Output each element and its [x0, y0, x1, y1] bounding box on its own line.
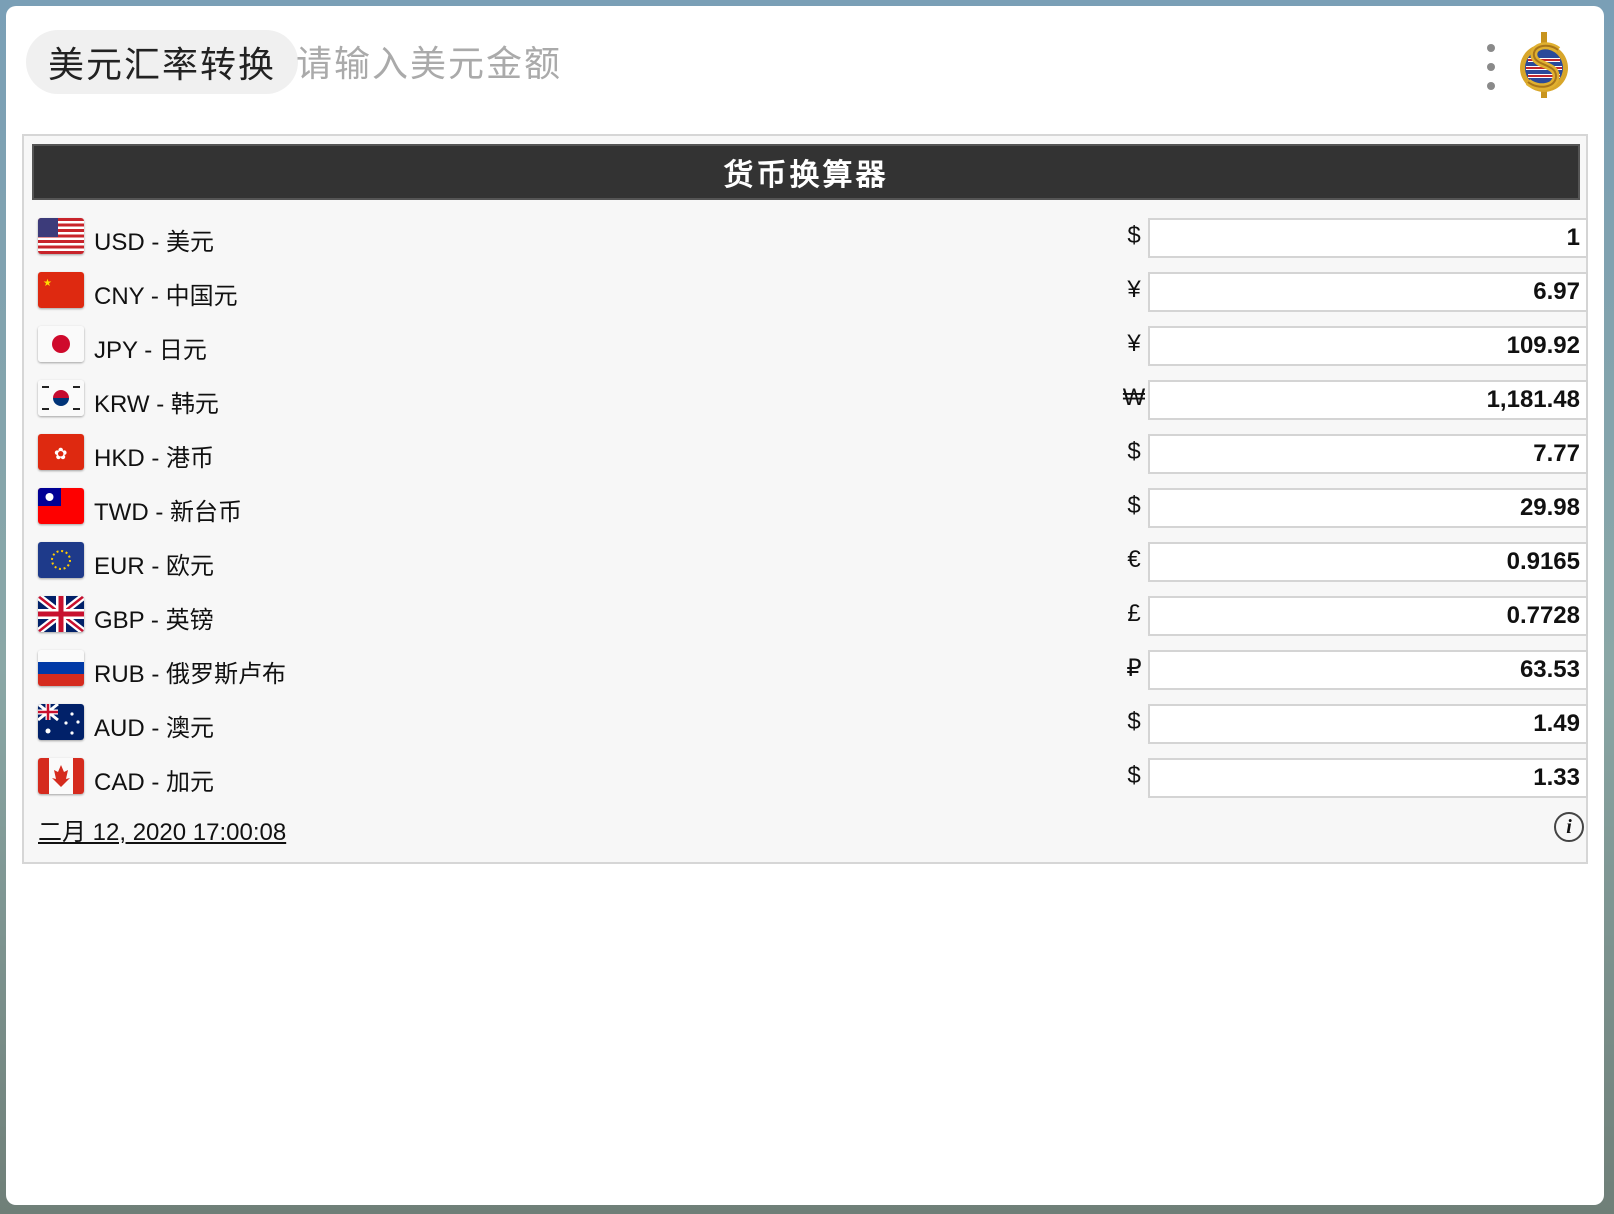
- currency-label: HKD - 港币: [94, 445, 214, 472]
- currency-value-input[interactable]: [1148, 596, 1588, 636]
- currency-label: RUB - 俄罗斯卢布: [94, 661, 286, 688]
- currency-row-cad: CAD - 加元 $: [24, 752, 1588, 806]
- svg-text:✿: ✿: [54, 446, 67, 463]
- currency-row-twd: TWD - 新台币 $: [24, 482, 1588, 536]
- currency-value-input[interactable]: [1148, 380, 1588, 420]
- currency-value-input[interactable]: [1148, 758, 1588, 798]
- ca-flag-icon: [38, 758, 84, 794]
- currency-label: GBP - 英镑: [94, 607, 214, 634]
- rate-timestamp-link[interactable]: 二月 12, 2020 17:00:08: [38, 812, 286, 847]
- ru-flag-icon: [38, 650, 84, 686]
- gb-flag-icon: [38, 596, 84, 632]
- eu-flag-icon: [38, 542, 84, 578]
- us-flag-icon: [38, 218, 84, 254]
- currency-list: USD - 美元 $ ★ CNY - 中国元 ¥ JPY - 日元 ¥: [24, 212, 1588, 806]
- currency-label: TWD - 新台币: [94, 499, 242, 526]
- tw-flag-icon: [38, 488, 84, 524]
- currency-value-input[interactable]: [1148, 650, 1588, 690]
- currency-converter-panel: 货币换算器 USD - 美元 $ ★ CNY - 中国元 ¥: [22, 134, 1588, 864]
- currency-row-aud: AUD - 澳元 $: [24, 698, 1588, 752]
- converter-title: 货币换算器: [32, 144, 1580, 200]
- dollar-logo-icon: [1514, 30, 1574, 100]
- currency-row-jpy: JPY - 日元 ¥: [24, 320, 1588, 374]
- currency-label: KRW - 韩元: [94, 391, 219, 418]
- currency-label: JPY - 日元: [94, 337, 207, 364]
- cn-flag-icon: ★: [38, 272, 84, 308]
- currency-value-input[interactable]: [1148, 326, 1588, 366]
- currency-label: USD - 美元: [94, 229, 214, 256]
- app-window: 美元汇率转换 货币换算器 USD: [6, 6, 1604, 1205]
- currency-value-input[interactable]: [1148, 542, 1588, 582]
- svg-text:★: ★: [43, 278, 52, 289]
- currency-value-input[interactable]: [1148, 218, 1588, 258]
- currency-value-input[interactable]: [1148, 434, 1588, 474]
- usd-amount-input[interactable]: [296, 36, 796, 92]
- currency-value-input[interactable]: [1148, 704, 1588, 744]
- currency-row-eur: EUR - 欧元 €: [24, 536, 1588, 590]
- currency-label: CAD - 加元: [94, 769, 214, 796]
- currency-row-cny: ★ CNY - 中国元 ¥: [24, 266, 1588, 320]
- kr-flag-icon: [38, 380, 84, 416]
- app-title: 美元汇率转换: [26, 30, 299, 94]
- au-flag-icon: [38, 704, 84, 740]
- currency-row-gbp: GBP - 英镑 £: [24, 590, 1588, 644]
- jp-flag-icon: [38, 326, 84, 362]
- currency-row-krw: KRW - 韩元 ₩: [24, 374, 1588, 428]
- info-icon[interactable]: i: [1554, 812, 1584, 842]
- hk-flag-icon: ✿: [38, 434, 84, 470]
- currency-value-input[interactable]: [1148, 488, 1588, 528]
- currency-row-hkd: ✿ HKD - 港币 $: [24, 428, 1588, 482]
- currency-row-usd: USD - 美元 $: [24, 212, 1588, 266]
- more-vertical-icon[interactable]: [1481, 44, 1501, 90]
- currency-row-rub: RUB - 俄罗斯卢布 ₽: [24, 644, 1588, 698]
- currency-label: EUR - 欧元: [94, 553, 214, 580]
- currency-value-input[interactable]: [1148, 272, 1588, 312]
- header: 美元汇率转换: [6, 6, 1604, 126]
- currency-label: CNY - 中国元: [94, 283, 238, 310]
- currency-label: AUD - 澳元: [94, 715, 214, 742]
